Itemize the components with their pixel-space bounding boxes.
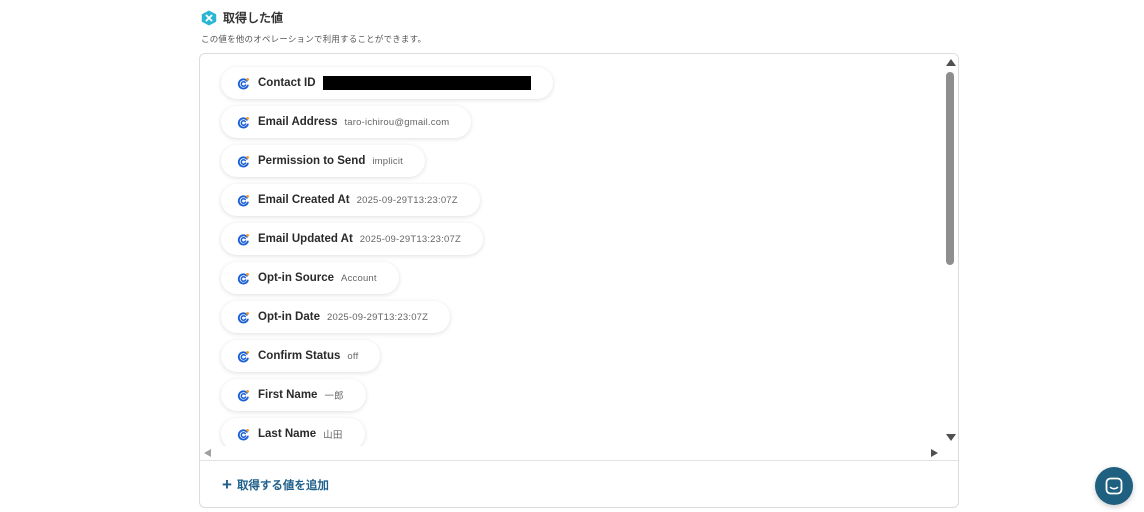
value-text: off <box>347 350 359 362</box>
value-text: 一郎 <box>324 391 344 402</box>
value-chip[interactable]: Contact ID <box>221 67 553 99</box>
value-key: Last Name <box>258 428 317 440</box>
section-title: 取得した値 <box>223 11 284 25</box>
value-chip[interactable]: Opt-in Source Account <box>221 262 399 294</box>
hexagon-x-icon <box>201 10 217 25</box>
value-key: Permission to Send <box>258 155 366 167</box>
scroll-up-arrow-icon[interactable] <box>946 59 956 66</box>
constant-contact-icon <box>237 194 249 206</box>
scroll-down-arrow-icon[interactable] <box>946 434 956 441</box>
value-chip[interactable]: Email Address taro-ichirou@gmail.com <box>221 106 472 138</box>
section-header: 取得した値 <box>201 9 283 26</box>
values-panel: Contact ID Email Address taro-ichirou@gma… <box>199 53 959 508</box>
value-text: 2025-09-29T13:23:07Z <box>356 194 458 206</box>
value-key: Email Updated At <box>258 233 353 245</box>
value-key: Opt-in Date <box>258 311 320 323</box>
divider <box>200 460 958 461</box>
chat-button[interactable] <box>1095 467 1133 505</box>
value-row: Opt-in Date 2025-09-29T13:23:07Z <box>221 301 553 340</box>
constant-contact-icon <box>237 77 249 89</box>
value-row: Email Address taro-ichirou@gmail.com <box>221 106 553 145</box>
value-key: Contact ID <box>258 77 316 89</box>
add-value-button[interactable]: + 取得する値を追加 <box>222 476 329 493</box>
value-text: 2025-09-29T13:23:07Z <box>359 233 461 245</box>
value-chip[interactable]: First Name 一郎 <box>221 379 366 411</box>
value-text: taro-ichirou@gmail.com <box>344 116 450 128</box>
values-list-viewport: Contact ID Email Address taro-ichirou@gma… <box>200 54 942 446</box>
constant-contact-icon <box>237 155 249 167</box>
value-key: Confirm Status <box>258 350 341 362</box>
value-row: Email Updated At 2025-09-29T13:23:07Z <box>221 223 553 262</box>
value-chip[interactable]: Email Created At 2025-09-29T13:23:07Z <box>221 184 480 216</box>
constant-contact-icon <box>237 116 249 128</box>
values-list: Contact ID Email Address taro-ichirou@gma… <box>221 67 553 446</box>
section-description: この値を他のオペレーションで利用することができます。 <box>201 34 427 44</box>
scroll-left-arrow-icon[interactable] <box>204 449 211 457</box>
value-row: First Name 一郎 <box>221 379 553 418</box>
scroll-right-arrow-icon[interactable] <box>931 449 938 457</box>
value-chip[interactable]: Permission to Send implicit <box>221 145 425 177</box>
value-row: Confirm Status off <box>221 340 553 379</box>
value-chip[interactable]: Last Name 山田 <box>221 418 365 446</box>
value-key: Email Address <box>258 116 338 128</box>
constant-contact-icon <box>237 311 249 323</box>
value-key: Opt-in Source <box>258 272 335 284</box>
value-chip[interactable]: Email Updated At 2025-09-29T13:23:07Z <box>221 223 483 255</box>
value-row: Permission to Send implicit <box>221 145 553 184</box>
add-value-label: 取得する値を追加 <box>236 479 329 492</box>
constant-contact-icon <box>237 389 249 401</box>
chat-icon <box>1105 477 1123 495</box>
plus-icon: + <box>222 475 232 494</box>
value-key: First Name <box>258 389 318 401</box>
value-row: Email Created At 2025-09-29T13:23:07Z <box>221 184 553 223</box>
value-text: implicit <box>372 155 403 167</box>
value-chip[interactable]: Opt-in Date 2025-09-29T13:23:07Z <box>221 301 451 333</box>
value-row: Last Name 山田 <box>221 418 553 446</box>
value-row: Contact ID <box>221 67 553 106</box>
value-text: 2025-09-29T13:23:07Z <box>326 311 429 323</box>
constant-contact-icon <box>237 233 249 245</box>
vertical-scrollbar[interactable] <box>943 54 958 446</box>
vertical-scroll-thumb[interactable] <box>946 72 954 265</box>
redacted-value <box>322 76 531 90</box>
constant-contact-icon <box>237 272 249 284</box>
value-row: Opt-in Source Account <box>221 262 553 301</box>
horizontal-scrollbar[interactable] <box>200 446 942 460</box>
constant-contact-icon <box>237 428 249 440</box>
value-text: 山田 <box>323 430 343 441</box>
value-chip[interactable]: Confirm Status off <box>221 340 381 372</box>
value-text: Account <box>341 272 377 284</box>
value-key: Email Created At <box>258 194 350 206</box>
constant-contact-icon <box>237 350 249 362</box>
